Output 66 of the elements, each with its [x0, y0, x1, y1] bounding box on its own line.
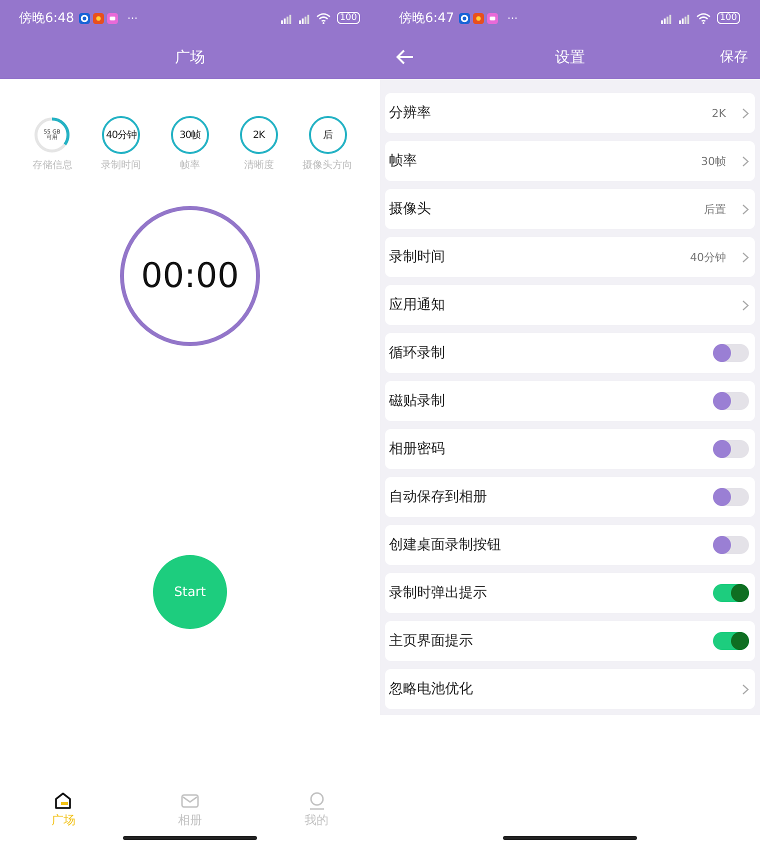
toggle-switch[interactable]	[713, 392, 749, 410]
status-time: 傍晚6:48	[19, 10, 74, 27]
setting-label: 忽略电池优化	[389, 680, 474, 698]
app-icon	[487, 12, 498, 24]
setting-value: 30帧	[701, 154, 726, 168]
chevron-icon	[742, 300, 749, 310]
setting-row[interactable]: 忽略电池优化	[385, 669, 755, 709]
stat-label: 帧率	[180, 158, 200, 172]
setting-label: 创建桌面录制按钮	[389, 536, 502, 554]
toggle-switch[interactable]	[713, 632, 749, 650]
toggle-switch[interactable]	[713, 536, 749, 554]
setting-label: 帧率	[389, 152, 418, 170]
mail-icon	[180, 792, 200, 810]
setting-value: 2K	[712, 106, 726, 120]
toggle-switch[interactable]	[713, 344, 749, 362]
wifi-icon	[696, 12, 711, 24]
setting-value: 后置	[704, 202, 726, 216]
setting-row[interactable]: 帧率 30帧	[385, 141, 755, 181]
stat-value: 2K	[240, 116, 278, 154]
setting-row[interactable]: 应用通知	[385, 285, 755, 325]
setting-label: 自动保存到相册	[389, 488, 488, 506]
setting-row[interactable]: 摄像头 后置	[385, 189, 755, 229]
chevron-icon	[742, 204, 749, 214]
setting-label: 相册密码	[389, 440, 446, 458]
setting-label: 循环录制	[389, 344, 446, 362]
setting-label: 主页界面提示	[389, 632, 474, 650]
home-icon	[53, 792, 74, 810]
setting-label: 录制时间	[389, 248, 446, 266]
app-icon	[459, 12, 470, 24]
stat-value: 30帧	[170, 116, 209, 154]
chevron-icon	[742, 156, 749, 166]
app-icon	[473, 12, 484, 24]
toggle-switch[interactable]	[713, 488, 749, 506]
setting-row[interactable]: 录制时间 40分钟	[385, 237, 755, 277]
more-notifications: ···	[507, 12, 518, 24]
toggle-switch[interactable]	[713, 584, 749, 602]
app-icon	[93, 12, 104, 24]
battery-level: 100	[336, 12, 360, 24]
setting-label: 录制时弹出提示	[389, 584, 488, 602]
toggle-switch[interactable]	[713, 440, 749, 458]
setting-label: 摄像头	[389, 200, 432, 218]
app-icon	[107, 12, 118, 24]
stat-label: 存储信息	[32, 158, 72, 172]
app-icon	[79, 12, 90, 24]
stat-value: 40分钟	[102, 116, 140, 154]
wifi-icon	[316, 12, 331, 24]
chevron-icon	[742, 108, 749, 118]
setting-label: 应用通知	[389, 296, 446, 314]
timer-display: 00:00	[120, 206, 260, 346]
setting-label: 分辨率	[389, 104, 432, 122]
setting-value: 40分钟	[690, 250, 726, 264]
stat-label: 录制时间	[101, 158, 142, 172]
stat-label: 摄像头方向	[302, 158, 353, 172]
status-time: 傍晚6:47	[399, 10, 454, 27]
back-icon[interactable]	[396, 49, 414, 65]
stat-label: 清晰度	[244, 158, 274, 172]
screen-title: 设置	[555, 48, 585, 67]
setting-row[interactable]: 分辨率 2K	[385, 93, 755, 133]
screen-title: 广场	[175, 48, 205, 67]
save-link[interactable]: 保存	[720, 48, 748, 66]
more-notifications: ···	[127, 12, 138, 24]
stat-value: 后	[308, 116, 347, 154]
chevron-icon	[742, 252, 749, 262]
chevron-icon	[742, 684, 749, 694]
setting-label: 磁贴录制	[389, 392, 446, 410]
battery-level: 100	[716, 12, 740, 24]
